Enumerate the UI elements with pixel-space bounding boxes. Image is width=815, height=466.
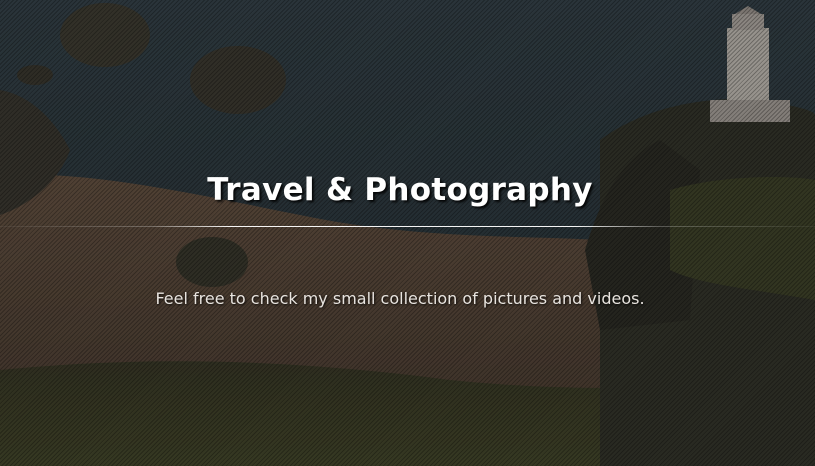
hero-banner: Travel & Photography Feel free to check … [0,0,815,466]
hero-title: Travel & Photography [207,172,593,208]
title-divider [0,226,815,227]
hero-content: Travel & Photography Feel free to check … [0,0,815,466]
hero-subtitle: Feel free to check my small collection o… [155,289,645,308]
